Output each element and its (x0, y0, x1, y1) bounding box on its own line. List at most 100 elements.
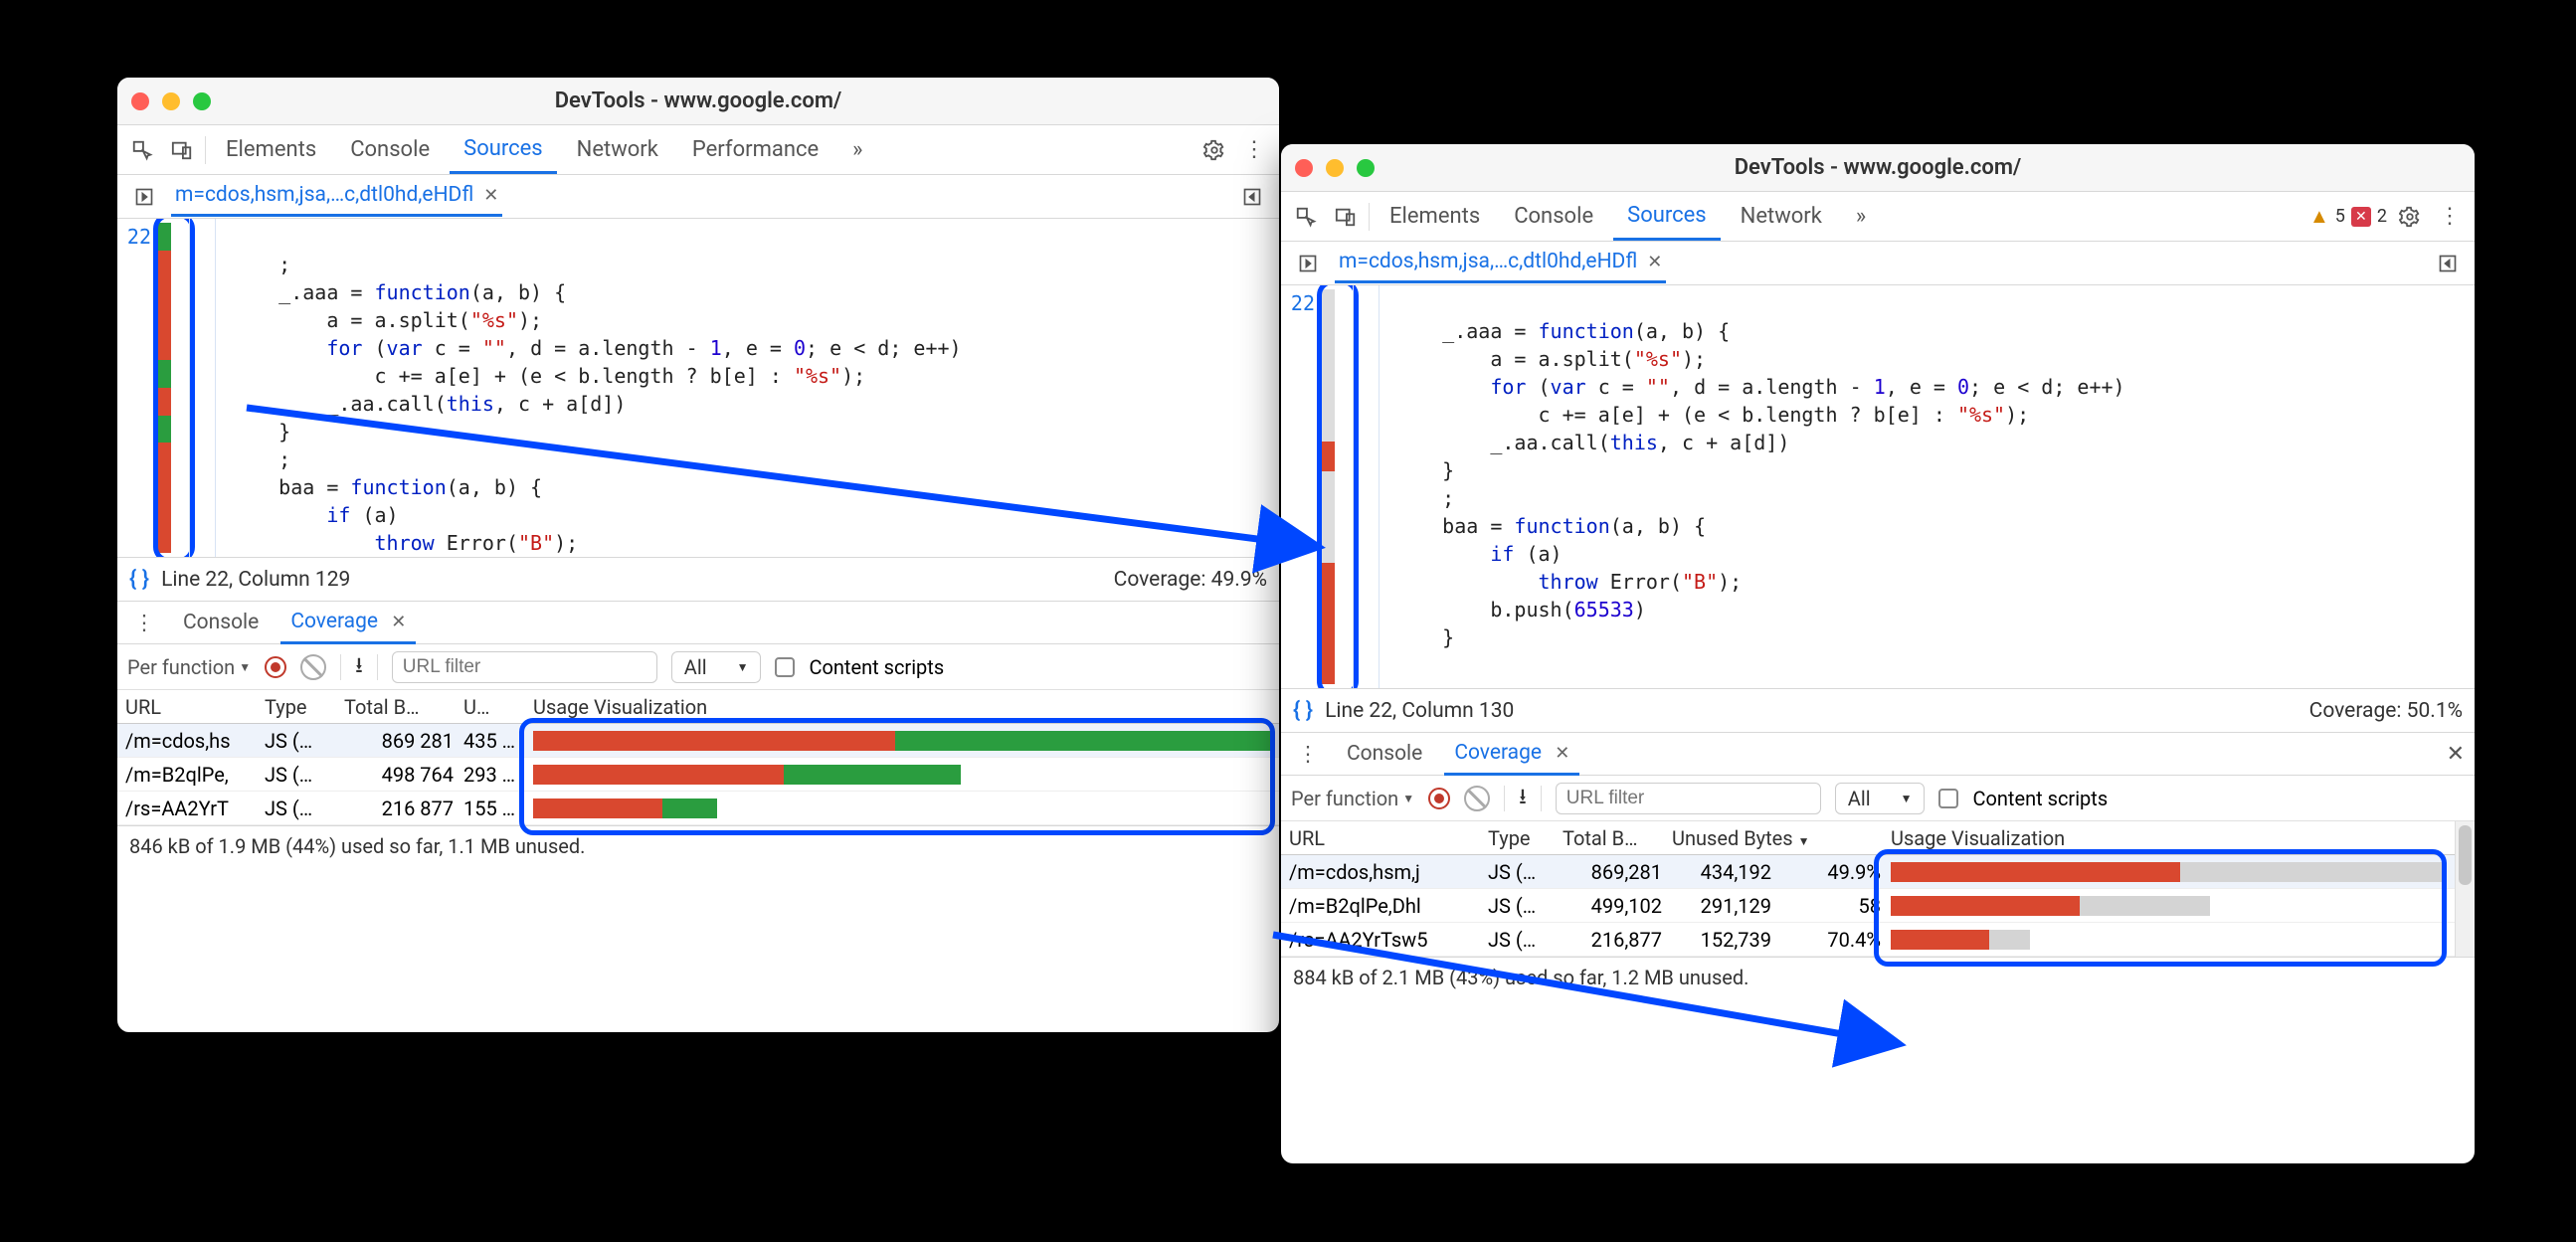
col-total[interactable]: Total B… (1563, 826, 1672, 850)
col-url[interactable]: URL (1289, 826, 1488, 850)
cell-url: /m=B2qlPe,Dhl (1289, 894, 1488, 918)
cell-type: JS (… (1488, 894, 1563, 918)
drawer-tab-console[interactable]: Console (173, 603, 269, 642)
cell-type: JS (… (265, 797, 344, 820)
minimize-window-button[interactable] (1326, 159, 1344, 177)
drawer-tab-coverage[interactable]: Coverage ✕ (1444, 733, 1579, 776)
clear-button[interactable] (300, 654, 326, 680)
table-row[interactable]: /rs=AA2YrT JS (… 216 877 155 … (117, 792, 1279, 825)
cell-total: 869 281 (344, 729, 463, 753)
close-window-button[interactable] (131, 92, 149, 110)
kebab-icon[interactable]: ⋮ (127, 606, 161, 639)
devtools-window-right: DevTools - www.google.com/ Elements Cons… (1281, 144, 2475, 1163)
clear-button[interactable] (1464, 786, 1490, 811)
drawer-tab-console[interactable]: Console (1337, 734, 1432, 774)
tab-console[interactable]: Console (336, 127, 444, 172)
device-toggle-icon[interactable] (165, 133, 199, 167)
warning-icon: ▲ (2309, 204, 2329, 229)
summary-text: 846 kB of 1.9 MB (44%) used so far, 1.1 … (129, 834, 585, 858)
kebab-icon[interactable]: ⋮ (2433, 200, 2467, 234)
editor-statusbar: { } Line 22, Column 130 Coverage: 50.1% (1281, 688, 2475, 732)
tab-elements[interactable]: Elements (1376, 194, 1494, 239)
kebab-icon[interactable]: ⋮ (1237, 133, 1271, 167)
close-icon[interactable]: ✕ (391, 612, 406, 632)
dropdown-label: All (684, 655, 707, 679)
vertical-scrollbar[interactable] (2455, 821, 2475, 957)
coverage-toolbar: Per function▼ ⭳ All▼ Content scripts (117, 644, 1279, 690)
code-text: _.aaa = function(a, b) { a = a.split("%s… (1394, 285, 2125, 688)
close-icon[interactable]: ✕ (1555, 743, 1569, 764)
tab-more[interactable]: » (838, 127, 876, 172)
kebab-icon[interactable]: ⋮ (1291, 737, 1325, 771)
close-window-button[interactable] (1295, 159, 1313, 177)
tab-sources[interactable]: Sources (450, 126, 557, 174)
warnings-badge[interactable]: ▲5 (2309, 204, 2345, 229)
device-toggle-icon[interactable] (1329, 200, 1363, 234)
hide-debugger-icon[interactable] (2431, 247, 2465, 280)
gear-icon[interactable] (2393, 200, 2427, 234)
drawer-tab-coverage[interactable]: Coverage ✕ (280, 602, 416, 644)
indent-guides (171, 219, 231, 557)
error-icon: ✕ (2351, 207, 2371, 227)
type-filter-dropdown[interactable]: All▼ (1835, 783, 1926, 814)
cell-unused: 293 … (463, 763, 533, 787)
coverage-scope-dropdown[interactable]: Per function▼ (1291, 787, 1414, 810)
table-row[interactable]: /m=cdos,hs JS (… 869 281 435 … (117, 724, 1279, 758)
show-navigator-icon[interactable] (1291, 247, 1325, 280)
table-row[interactable]: /m=B2qlPe, JS (… 498 764 293 … (117, 758, 1279, 792)
table-header: URL Type Total B… Unused Bytes ▼ Usage V… (1281, 821, 2455, 855)
hide-debugger-icon[interactable] (1235, 180, 1269, 214)
tab-console[interactable]: Console (1500, 194, 1607, 239)
table-row[interactable]: /rs=AA2YrTsw5 JS (… 216,877 152,739 70.4… (1281, 923, 2455, 957)
coverage-scope-dropdown[interactable]: Per function▼ (127, 655, 251, 679)
pretty-print-icon[interactable]: { } (1293, 698, 1313, 723)
inspect-icon[interactable] (1289, 200, 1323, 234)
tab-performance[interactable]: Performance (678, 127, 832, 172)
code-editor[interactable]: 22 _.aaa = function(a, b) { a = a.split(… (1281, 285, 2475, 688)
content-scripts-label: Content scripts (1972, 787, 2108, 810)
warning-count: 5 (2335, 206, 2345, 227)
tab-more[interactable]: » (1842, 194, 1880, 239)
inspect-icon[interactable] (125, 133, 159, 167)
col-usage[interactable]: Usage Visualization (1891, 826, 2447, 850)
pretty-print-icon[interactable]: { } (129, 567, 149, 592)
content-scripts-checkbox[interactable] (1938, 789, 1958, 808)
file-tab[interactable]: m=cdos,hsm,jsa,…c,dtl0hd,eHDfl ✕ (1335, 243, 1666, 283)
table-row[interactable]: /m=cdos,hsm,j JS (… 869,281 434,192 49.9… (1281, 855, 2455, 889)
tab-sources[interactable]: Sources (1613, 193, 1721, 241)
col-total[interactable]: Total B… (344, 695, 463, 719)
col-url[interactable]: URL (125, 695, 265, 719)
file-tab[interactable]: m=cdos,hsm,jsa,…c,dtl0hd,eHDfl ✕ (171, 176, 502, 217)
table-row[interactable]: /m=B2qlPe,Dhl JS (… 499,102 291,129 58 (1281, 889, 2455, 923)
tab-elements[interactable]: Elements (212, 127, 330, 172)
export-icon[interactable]: ⭳ (1519, 780, 1527, 817)
col-unused[interactable]: Unused Bytes ▼ (1672, 826, 1891, 850)
cell-url: /m=cdos,hsm,j (1289, 860, 1488, 884)
dropdown-label: Per function (1291, 787, 1398, 810)
minimize-window-button[interactable] (162, 92, 180, 110)
col-unused[interactable]: U… (463, 695, 533, 719)
type-filter-dropdown[interactable]: All▼ (671, 651, 762, 683)
gear-icon[interactable] (1197, 133, 1231, 167)
code-editor[interactable]: 22 ; _.aaa = function(a, b) { a = a.spli… (117, 219, 1279, 557)
col-type[interactable]: Type (265, 695, 344, 719)
tab-network[interactable]: Network (563, 127, 672, 172)
url-filter-input[interactable] (392, 651, 657, 683)
col-type[interactable]: Type (1488, 826, 1563, 850)
col-usage[interactable]: Usage Visualization (533, 695, 1271, 719)
export-icon[interactable]: ⭳ (355, 648, 363, 686)
cell-pct: 58 (1781, 894, 1891, 918)
show-navigator-icon[interactable] (127, 180, 161, 214)
cell-total: 498 764 (344, 763, 463, 787)
record-button[interactable] (265, 656, 286, 678)
close-icon[interactable]: ✕ (483, 185, 498, 206)
errors-badge[interactable]: ✕2 (2351, 206, 2387, 227)
record-button[interactable] (1428, 788, 1450, 809)
zoom-window-button[interactable] (193, 92, 211, 110)
close-drawer-icon[interactable]: ✕ (2447, 742, 2465, 767)
content-scripts-checkbox[interactable] (775, 657, 795, 677)
zoom-window-button[interactable] (1357, 159, 1375, 177)
tab-network[interactable]: Network (1727, 194, 1836, 239)
close-icon[interactable]: ✕ (1647, 252, 1662, 272)
url-filter-input[interactable] (1556, 783, 1821, 814)
